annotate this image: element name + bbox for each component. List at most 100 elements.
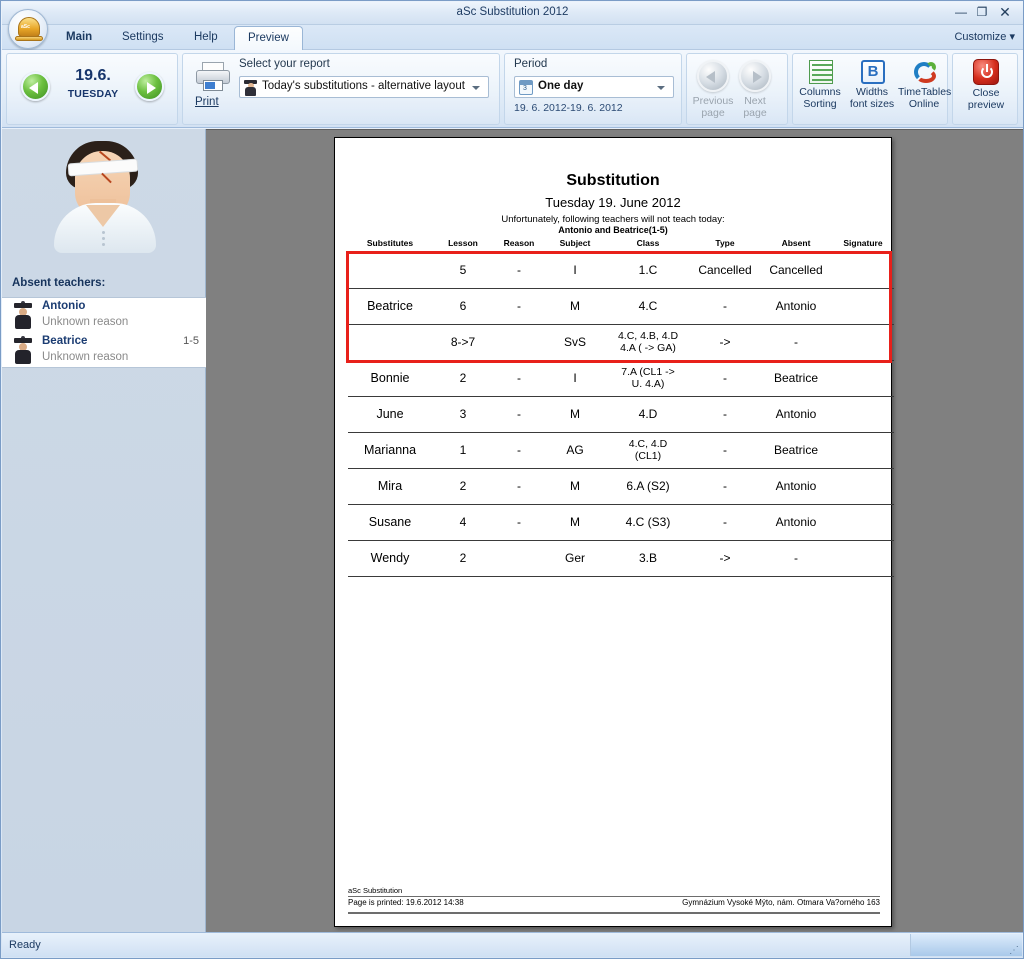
columns-sorting-line1: Columns — [799, 86, 840, 98]
cell-reason — [494, 324, 544, 360]
cell-subject: SvS — [544, 324, 606, 360]
report-page: Substitution Tuesday 19. June 2012 Unfor… — [334, 137, 892, 927]
customize-menu[interactable]: Customize ▾ — [954, 30, 1015, 43]
period-select-dropdown[interactable]: 3 One day — [514, 76, 674, 98]
cell-type: Cancelled — [690, 252, 760, 288]
cell-substitute: Susane — [348, 504, 432, 540]
substitution-table: Substitutes Lesson Reason Subject Class … — [348, 238, 894, 577]
cell-reason: - — [494, 360, 544, 396]
report-select-caption: Select your report — [239, 58, 330, 70]
document-date: Tuesday 19. June 2012 — [335, 195, 891, 210]
cell-lesson: 4 — [432, 504, 494, 540]
cell-signature — [832, 324, 894, 360]
chevron-down-icon: ▾ — [1009, 31, 1015, 43]
menu-bar: aSc Main Settings Help Preview Customize… — [2, 25, 1023, 50]
previous-page-line2: page — [701, 107, 724, 119]
cell-subject: M — [544, 396, 606, 432]
cell-lesson: 8->7 — [432, 324, 494, 360]
footer-school-name: Gymnázium Vysoké Mýto, nám. Otmara Va?or… — [682, 898, 880, 907]
cell-subject: M — [544, 288, 606, 324]
widths-font-sizes-label: Widths font sizes — [846, 86, 898, 110]
cell-class: 4.C — [606, 288, 690, 324]
absent-teacher-name: Beatrice — [42, 335, 87, 347]
absent-teacher-name: Antonio — [42, 300, 85, 312]
cell-lesson: 3 — [432, 396, 494, 432]
cell-signature — [832, 396, 894, 432]
widths-line1: Widths — [856, 86, 888, 98]
cell-absent: Beatrice — [760, 360, 832, 396]
table-body: 5-I1.CCancelledCancelledBeatrice6-M4.C-A… — [348, 252, 894, 576]
resize-grip[interactable] — [910, 934, 1022, 956]
table-row: Bonnie2-I7.A (CL1 ->U. 4.A)-Beatrice — [348, 360, 894, 396]
date-navigation-group: 19.6. TUESDAY — [6, 53, 178, 125]
cell-lesson: 1 — [432, 432, 494, 468]
ribbon-toolbar: 19.6. TUESDAY Print Select your report T… — [2, 50, 1023, 128]
cell-lesson: 2 — [432, 468, 494, 504]
cell-signature — [832, 468, 894, 504]
close-preview-line2: preview — [968, 99, 1004, 111]
next-page-arrow-icon[interactable] — [739, 60, 771, 92]
table-header-row: Substitutes Lesson Reason Subject Class … — [348, 238, 894, 252]
cell-substitute: Beatrice — [348, 288, 432, 324]
cell-class: 4.D — [606, 396, 690, 432]
cell-subject: M — [544, 468, 606, 504]
minimize-button[interactable]: — — [952, 5, 970, 21]
close-preview-group[interactable]: Close preview — [952, 53, 1018, 125]
cell-substitute — [348, 252, 432, 288]
previous-page-label[interactable]: Previous page — [692, 95, 734, 119]
menu-item-settings[interactable]: Settings — [114, 28, 172, 47]
list-item[interactable]: Beatrice Unknown reason 1-5 — [2, 334, 206, 369]
menu-item-help[interactable]: Help — [186, 28, 226, 47]
cell-class: 3.B — [606, 540, 690, 576]
previous-page-arrow-icon[interactable] — [697, 60, 729, 92]
preview-canvas[interactable]: Substitution Tuesday 19. June 2012 Unfor… — [206, 129, 1023, 933]
tools-group: Columns Sorting B Widths font sizes Time… — [792, 53, 948, 125]
cell-substitute: June — [348, 396, 432, 432]
timetables-online-line2: Online — [909, 98, 939, 110]
cell-absent: Beatrice — [760, 432, 832, 468]
cell-class: 4.C, 4.D(CL1) — [606, 432, 690, 468]
period-group: Period 3 One day 19. 6. 2012-19. 6. 2012 — [504, 53, 682, 125]
report-select-dropdown[interactable]: Today's substitutions - alternative layo… — [239, 76, 489, 98]
page-navigation-group: Previous page Next page — [686, 53, 788, 125]
next-page-line2: page — [743, 107, 766, 119]
cell-subject: I — [544, 360, 606, 396]
list-item[interactable]: Antonio Unknown reason — [2, 299, 206, 334]
cell-class: 4.C, 4.B, 4.D4.A ( -> GA) — [606, 324, 690, 360]
cell-reason — [494, 540, 544, 576]
cell-class: 4.C (S3) — [606, 504, 690, 540]
table-row: Susane4-M4.C (S3)-Antonio — [348, 504, 894, 540]
close-window-button[interactable]: ✕ — [996, 5, 1014, 21]
cell-class: 1.C — [606, 252, 690, 288]
status-text: Ready — [9, 939, 41, 951]
maximize-button[interactable]: ❐ — [973, 5, 991, 21]
printer-icon[interactable] — [195, 62, 231, 92]
next-page-label[interactable]: Next page — [734, 95, 776, 119]
calendar-icon: 3 — [519, 80, 533, 95]
column-header-subject: Subject — [544, 238, 606, 252]
graduate-icon — [14, 303, 32, 329]
print-button[interactable]: Print — [195, 96, 219, 108]
cell-lesson: 6 — [432, 288, 494, 324]
graduate-icon — [14, 338, 32, 364]
current-date-label: 19.6. — [52, 67, 134, 85]
table-row: Marianna1-AG4.C, 4.D(CL1)-Beatrice — [348, 432, 894, 468]
cell-type: - — [690, 288, 760, 324]
previous-day-arrow-icon[interactable] — [21, 72, 50, 101]
column-header-substitutes: Substitutes — [348, 238, 432, 252]
absent-teacher-reason: Unknown reason — [42, 351, 128, 363]
menu-item-main[interactable]: Main — [58, 28, 100, 47]
cell-class: 7.A (CL1 ->U. 4.A) — [606, 360, 690, 396]
cell-type: - — [690, 396, 760, 432]
next-day-arrow-icon[interactable] — [135, 72, 164, 101]
columns-icon — [809, 60, 833, 84]
tab-preview[interactable]: Preview — [234, 26, 303, 50]
absent-teachers-list: Antonio Unknown reason Beatrice Unknown … — [2, 297, 206, 368]
cell-signature — [832, 432, 894, 468]
table-row: Wendy2Ger3.B->- — [348, 540, 894, 576]
widths-line2: font sizes — [850, 98, 894, 110]
absent-teacher-lessons: 1-5 — [183, 335, 199, 347]
table-row: 8->7SvS4.C, 4.B, 4.D4.A ( -> GA)->- — [348, 324, 894, 360]
close-preview-line1: Close — [973, 87, 1000, 99]
cell-substitute: Wendy — [348, 540, 432, 576]
